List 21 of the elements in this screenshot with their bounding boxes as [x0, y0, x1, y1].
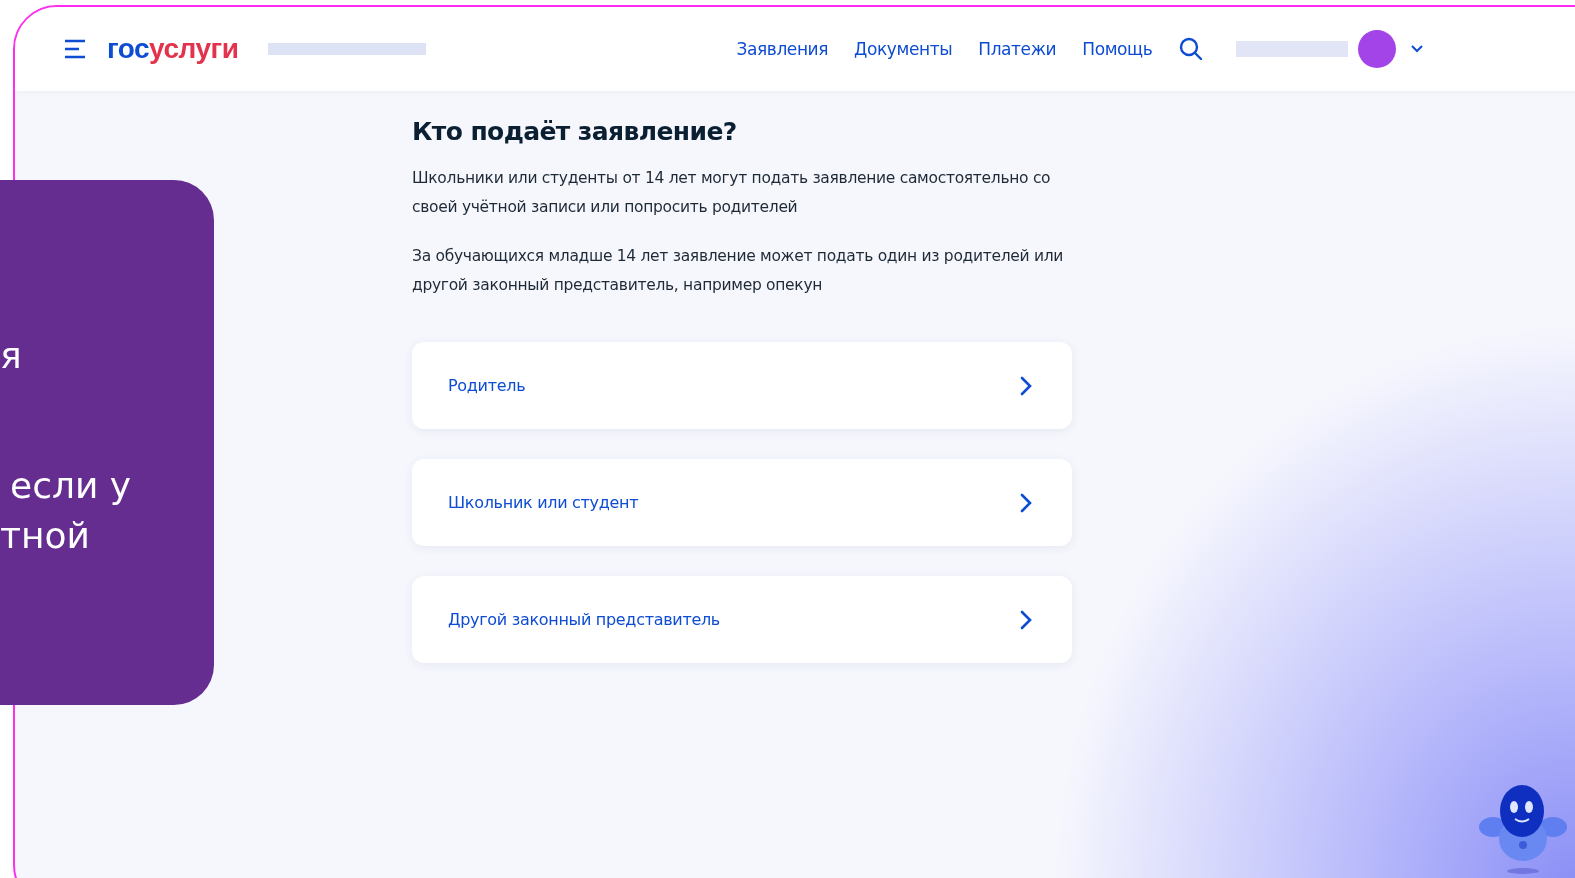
- menu-icon[interactable]: [63, 39, 87, 59]
- chevron-right-icon: [1020, 492, 1032, 513]
- chevron-right-icon: [1020, 375, 1032, 396]
- option-card[interactable]: Школьник или студент: [412, 459, 1072, 546]
- paragraph: Школьники или студенты от 14 лет могут подать заявление самостоятельно со своей учётной записи или попросить родителей: [412, 168, 1052, 218]
- page-title: Кто подаёт заявление?: [412, 117, 738, 146]
- option-card[interactable]: Родитель: [412, 342, 1072, 429]
- nav-link[interactable]: Документы: [854, 39, 953, 59]
- nav-link[interactable]: Помощь: [1082, 39, 1153, 59]
- chevron-right-icon: [1020, 609, 1032, 630]
- nav-link[interactable]: Платежи: [978, 39, 1057, 59]
- caret-icon[interactable]: [1410, 44, 1425, 54]
- logo[interactable]: госуслуги: [107, 33, 239, 65]
- paragraph: За обучающихся младше 14 лет заявление может подать один из родителей или другой законный представитель, например опекун: [412, 246, 1065, 296]
- promo-text: если у: [10, 465, 132, 506]
- option-card[interactable]: Другой законный представитель: [412, 576, 1072, 663]
- search-icon[interactable]: [1178, 36, 1205, 62]
- avatar[interactable]: [1358, 30, 1397, 68]
- promo-text: я: [0, 335, 22, 376]
- nav-link[interactable]: Заявления: [736, 39, 829, 59]
- promo-text: тной: [0, 515, 90, 556]
